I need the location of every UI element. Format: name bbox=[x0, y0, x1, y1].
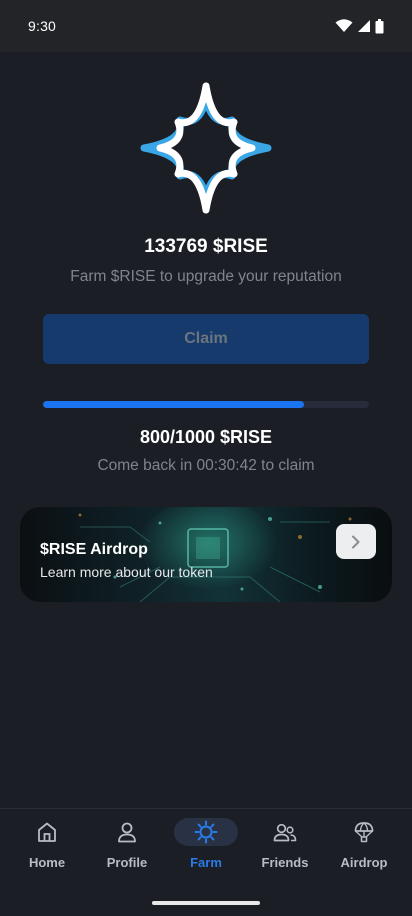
nav-label-home: Home bbox=[28, 855, 66, 870]
bottom-nav: Home Profile Farm Friends Airdrop bbox=[0, 808, 412, 916]
nav-label-farm: Farm bbox=[190, 855, 222, 870]
farm-screen: 9:30 133769 $RISE Farm $RISE to upgrade … bbox=[0, 0, 412, 916]
nav-airdrop-icon-wrap bbox=[332, 818, 396, 846]
status-time: 9:30 bbox=[28, 18, 57, 34]
status-bar: 9:30 bbox=[0, 0, 412, 52]
nav-item-friends[interactable]: Friends bbox=[244, 809, 326, 885]
farm-progress-bar bbox=[43, 401, 369, 408]
rise-logo bbox=[140, 82, 272, 214]
status-icons bbox=[335, 18, 384, 34]
nav-label-friends: Friends bbox=[261, 855, 309, 870]
home-indicator bbox=[152, 901, 260, 905]
nav-item-profile[interactable]: Profile bbox=[86, 809, 168, 885]
friends-icon bbox=[273, 823, 297, 842]
cell-signal-icon bbox=[358, 20, 370, 32]
airdrop-card-description: Learn more about our token bbox=[40, 564, 213, 580]
nav-item-airdrop[interactable]: Airdrop bbox=[323, 809, 405, 885]
claim-button[interactable]: Claim bbox=[43, 314, 369, 364]
airdrop-card[interactable]: $RISE Airdrop Learn more about our token bbox=[20, 507, 392, 602]
battery-icon bbox=[375, 18, 384, 33]
sun-icon bbox=[194, 820, 218, 844]
airdrop-card-title: $RISE Airdrop bbox=[40, 541, 148, 558]
nav-friends-icon-wrap bbox=[253, 818, 317, 846]
home-icon bbox=[38, 822, 56, 842]
nav-farm-icon-wrap bbox=[174, 818, 238, 846]
wifi-icon bbox=[335, 19, 353, 32]
nav-profile-icon-wrap bbox=[95, 818, 159, 846]
farm-progress-text: 800/1000 $RISE bbox=[139, 427, 273, 447]
nav-label-airdrop: Airdrop bbox=[340, 855, 388, 870]
parachute-icon bbox=[354, 822, 374, 843]
airdrop-card-arrow-button[interactable] bbox=[336, 524, 376, 559]
user-icon bbox=[118, 822, 136, 843]
nav-label-profile: Profile bbox=[106, 855, 148, 870]
nav-item-home[interactable]: Home bbox=[6, 809, 88, 885]
farm-progress-fill bbox=[43, 401, 304, 408]
rise-balance: 133769 $RISE bbox=[144, 236, 268, 257]
claim-cooldown-text: Come back in 00:30:42 to claim bbox=[97, 457, 315, 474]
farm-subtitle: Farm $RISE to upgrade your reputation bbox=[70, 268, 342, 285]
chevron-right-icon bbox=[352, 535, 360, 548]
nav-home-icon-wrap bbox=[15, 818, 79, 846]
nav-item-farm[interactable]: Farm bbox=[165, 809, 247, 885]
